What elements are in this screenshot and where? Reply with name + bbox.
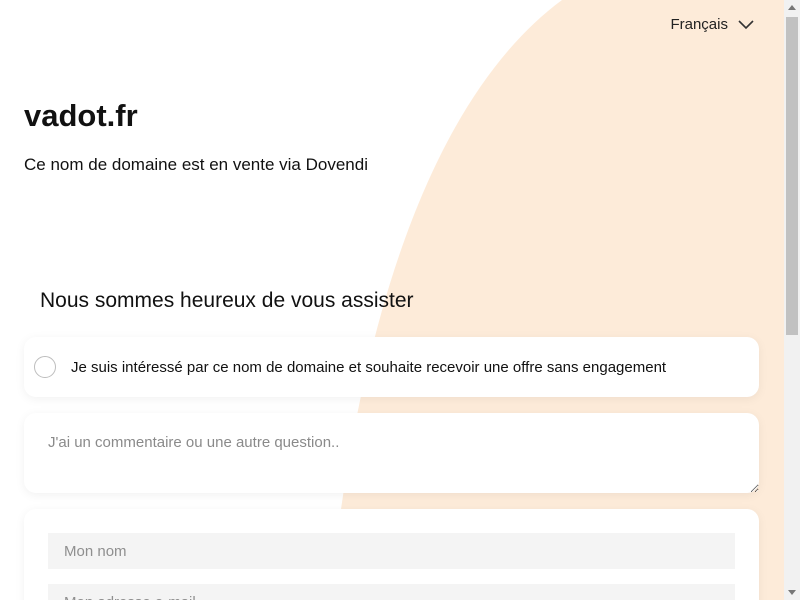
domain-sale-subtitle: Ce nom de domaine est en vente via Doven… bbox=[24, 155, 368, 174]
page: Français vadot.fr Ce nom de domaine est … bbox=[0, 0, 784, 600]
comment-textarea[interactable] bbox=[24, 413, 759, 493]
vertical-scrollbar[interactable] bbox=[784, 0, 800, 600]
interest-option-label: Je suis intéressé par ce nom de domaine … bbox=[71, 358, 667, 376]
email-input[interactable] bbox=[48, 584, 735, 600]
chevron-down-icon bbox=[738, 19, 754, 29]
interest-option-card[interactable]: Je suis intéressé par ce nom de domaine … bbox=[24, 337, 759, 397]
domain-name-title: vadot.fr bbox=[24, 98, 138, 133]
name-input[interactable] bbox=[48, 533, 735, 569]
scroll-down-arrow-icon[interactable] bbox=[788, 590, 796, 595]
form-heading: Nous sommes heureux de vous assister bbox=[40, 289, 414, 312]
language-label: Français bbox=[670, 16, 728, 33]
scroll-up-arrow-icon[interactable] bbox=[788, 5, 796, 10]
language-selector[interactable]: Français bbox=[670, 16, 754, 33]
comment-card bbox=[24, 413, 759, 493]
contact-details-card bbox=[24, 509, 759, 600]
interest-radio-button[interactable] bbox=[34, 356, 56, 378]
scrollbar-thumb[interactable] bbox=[786, 17, 798, 335]
